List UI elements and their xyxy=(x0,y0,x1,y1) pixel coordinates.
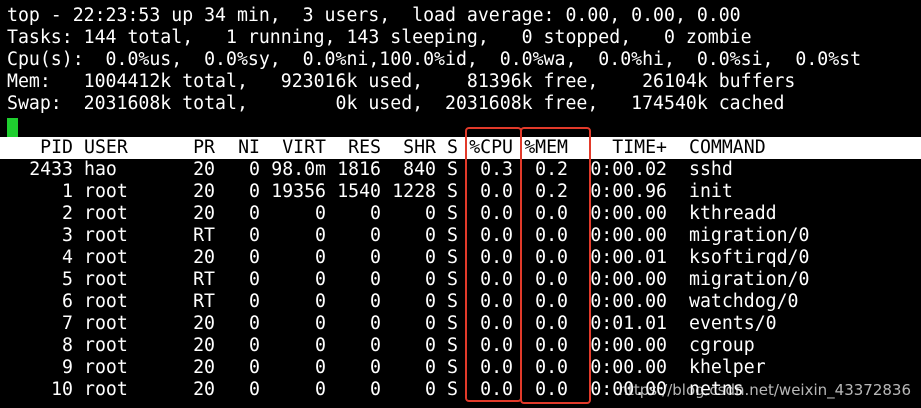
cell-command: init xyxy=(689,181,733,202)
cell-command: kthreadd xyxy=(689,203,777,224)
cell-time: 0:00.01 xyxy=(590,247,667,268)
process-row: 5 root RT 0 0 0 0 S 0.0 0.0 0:00.00 migration/0 xyxy=(7,269,921,291)
process-row: 8 root 20 0 0 0 0 S 0.0 0.0 0:00.00 cgroup xyxy=(7,335,921,357)
cell-time: 0:00.00 xyxy=(590,357,667,378)
cell-command: migration/0 xyxy=(689,225,810,246)
cell-time: 0:00.00 xyxy=(590,269,667,290)
header-time: TIME+ xyxy=(612,137,667,158)
cell-command: cgroup xyxy=(689,335,755,356)
terminal-cursor xyxy=(7,118,18,138)
process-table-header: PID USER PR NI VIRT RES SHR S %CPU %MEM TIME+ COMMA… xyxy=(0,137,921,159)
watermark-text: https://blog.csdn.net/weixin_43372836 xyxy=(618,381,911,399)
cell-time: 0:00.02 xyxy=(590,159,667,180)
prompt-line xyxy=(7,115,921,138)
uptime-load-line: top - 22:23:53 up 34 min, 3 users, load … xyxy=(7,5,741,26)
cell-time: 0:00.00 xyxy=(590,335,667,356)
cpu-line: Cpu(s): 0.0%us, 0.0%sy, 0.0%ni,100.0%id,… xyxy=(7,49,862,70)
cell-command: migration/0 xyxy=(689,269,810,290)
process-table-body: 2433 hao 20 0 98.0m 1816 840 S 0.3 0.2 0:00.02 sshd… xyxy=(7,159,921,401)
cell-command: events/0 xyxy=(689,313,777,334)
cell-command: sshd xyxy=(689,159,733,180)
cell-time: 0:00.00 xyxy=(590,203,667,224)
cell-command: khelper xyxy=(689,357,766,378)
process-row: 6 root RT 0 0 0 0 S 0.0 0.0 0:00.00 watchdog/0 xyxy=(7,291,921,313)
cell-command: watchdog/0 xyxy=(689,291,799,312)
process-row: 7 root 20 0 0 0 0 S 0.0 0.0 0:01.01 events/0 xyxy=(7,313,921,335)
cell-command: ksoftirqd/0 xyxy=(689,247,810,268)
cell-time: 0:00.00 xyxy=(590,291,667,312)
swap-line: Swap: 2031608k total, 0k used, 2031608k … xyxy=(7,93,785,114)
tasks-line: Tasks: 144 total, 1 running, 143 sleepin… xyxy=(7,27,752,48)
process-row: 2433 hao 20 0 98.0m 1816 840 S 0.3 0.2 0:00.02 sshd xyxy=(7,159,921,181)
cell-time: 0:00.00 xyxy=(590,225,667,246)
header-command: COMMAND xyxy=(689,137,766,158)
cell-time: 0:01.01 xyxy=(590,313,667,334)
terminal-window[interactable]: top - 22:23:53 up 34 min, 3 users, load … xyxy=(0,5,921,401)
cell-time: 0:00.96 xyxy=(590,181,667,202)
process-row: 1 root 20 0 19356 1540 1228 S 0.0 0.2 0:00.96 init xyxy=(7,181,921,203)
process-row: 3 root RT 0 0 0 0 S 0.0 0.0 0:00.00 migration/0 xyxy=(7,225,921,247)
cell-time: 0:00.00 xyxy=(590,379,667,400)
process-row: 2 root 20 0 0 0 0 S 0.0 0.0 0:00.00 kthreadd xyxy=(7,203,921,225)
mem-line: Mem: 1004412k total, 923016k used, 81396… xyxy=(7,71,796,92)
process-row: 9 root 20 0 0 0 0 S 0.0 0.0 0:00.00 khelper xyxy=(7,357,921,379)
process-row: 4 root 20 0 0 0 0 S 0.0 0.0 0:00.01 ksoftirqd/0 xyxy=(7,247,921,269)
